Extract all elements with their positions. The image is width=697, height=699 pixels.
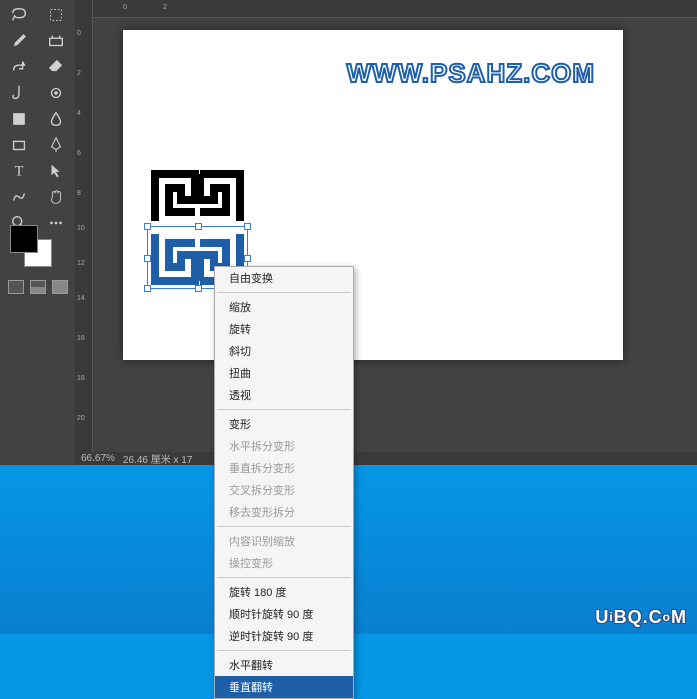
rectangle-tool[interactable] [3, 133, 35, 157]
type-tool[interactable]: T [3, 159, 35, 183]
menu-item-remove_warp_split: 移去变形拆分 [215, 501, 353, 523]
menu-item-flip_h[interactable]: 水平翻转 [215, 654, 353, 676]
color-swatches[interactable] [10, 225, 60, 275]
ruler-tick: 18 [77, 375, 85, 382]
menu-item-scale[interactable]: 缩放 [215, 296, 353, 318]
canvas-area[interactable]: 0 2 WWW.PSAHZ.COM [93, 0, 697, 452]
zoom-level[interactable]: 66.67% [81, 453, 115, 464]
menu-item-free_transform[interactable]: 自由变换 [215, 267, 353, 289]
menu-item-puppet_warp: 操控变形 [215, 552, 353, 574]
status-bar: 66.67% 26.46 厘米 x 17 [75, 452, 697, 465]
horizontal-ruler: 0 2 [93, 0, 697, 18]
menu-item-skew[interactable]: 斜切 [215, 340, 353, 362]
ruler-tick: 8 [77, 190, 81, 197]
menu-separator [217, 409, 351, 410]
ruler-tick: 10 [77, 225, 85, 232]
menu-item-split_warp_cross: 交叉拆分变形 [215, 479, 353, 501]
transform-context-menu: 自由变换缩放旋转斜切扭曲透视变形水平拆分变形垂直拆分变形交叉拆分变形移去变形拆分… [214, 266, 354, 699]
greek-key-pattern-top [151, 170, 244, 225]
eraser-tool[interactable] [40, 55, 72, 79]
document-dimensions: 26.46 厘米 x 17 [123, 451, 192, 466]
content-aware-tool[interactable] [40, 29, 72, 53]
blur-tool[interactable] [40, 107, 72, 131]
handle-tr[interactable] [244, 223, 251, 230]
handle-ml[interactable] [144, 255, 151, 262]
menu-item-split_warp_h: 水平拆分变形 [215, 435, 353, 457]
menu-item-split_warp_v: 垂直拆分变形 [215, 457, 353, 479]
lasso-tool[interactable] [3, 3, 35, 27]
menu-item-rotate90cw[interactable]: 顺时针旋转 90 度 [215, 603, 353, 625]
menu-item-rotate90ccw[interactable]: 逆时针旋转 90 度 [215, 625, 353, 647]
standard-mode-icon[interactable] [8, 280, 24, 294]
toolbox-panel: T [0, 0, 75, 465]
site-watermark: UiBQ.CoM [595, 607, 687, 628]
ruler-tick: 0 [123, 4, 127, 11]
handle-bc[interactable] [195, 285, 202, 292]
menu-separator [217, 526, 351, 527]
menu-item-rotate[interactable]: 旋转 [215, 318, 353, 340]
paint-bucket-region-tool[interactable] [40, 81, 72, 105]
handle-tl[interactable] [144, 223, 151, 230]
crop-tool[interactable] [40, 3, 72, 27]
watermark-text: WWW.PSAHZ.COM [347, 58, 595, 89]
ruler-tick: 14 [77, 295, 85, 302]
hand-tool[interactable] [40, 185, 72, 209]
menu-item-content_aware_scale: 内容识别缩放 [215, 530, 353, 552]
menu-item-distort[interactable]: 扭曲 [215, 362, 353, 384]
ruler-tick: 0 [77, 30, 81, 37]
handle-tc[interactable] [195, 223, 202, 230]
ruler-tick: 12 [77, 260, 85, 267]
menu-separator [217, 577, 351, 578]
ruler-tick: 2 [163, 4, 167, 11]
ruler-tick: 20 [77, 415, 85, 422]
menu-item-warp[interactable]: 变形 [215, 413, 353, 435]
quickmask-mode-icon[interactable] [30, 280, 46, 294]
shape-tool[interactable] [3, 185, 35, 209]
menu-item-rotate180[interactable]: 旋转 180 度 [215, 581, 353, 603]
foreground-color-swatch[interactable] [10, 225, 38, 253]
clone-stamp-tool[interactable] [3, 107, 35, 131]
quickmask-icons[interactable] [8, 280, 68, 298]
pen-tool[interactable] [40, 133, 72, 157]
document-canvas[interactable]: WWW.PSAHZ.COM [123, 30, 623, 360]
menu-separator [217, 292, 351, 293]
ruler-tick: 4 [77, 110, 81, 117]
handle-mr[interactable] [244, 255, 251, 262]
menu-item-perspective[interactable]: 透视 [215, 384, 353, 406]
brush-tool[interactable] [3, 29, 35, 53]
ruler-tick: 2 [77, 70, 81, 77]
ruler-tick: 6 [77, 150, 81, 157]
handle-bl[interactable] [144, 285, 151, 292]
menu-item-flip_v[interactable]: 垂直翻转 [215, 676, 353, 698]
svg-text:T: T [15, 164, 24, 180]
path-select-tool[interactable] [40, 159, 72, 183]
vertical-ruler: 0 2 4 6 8 10 12 14 16 18 20 [75, 0, 93, 452]
menu-separator [217, 650, 351, 651]
gradient-tool[interactable] [3, 81, 35, 105]
tool-grid: T [0, 0, 75, 238]
spot-heal-tool[interactable] [3, 55, 35, 79]
ruler-tick: 16 [77, 335, 85, 342]
screen-mode-icon[interactable] [52, 280, 68, 294]
